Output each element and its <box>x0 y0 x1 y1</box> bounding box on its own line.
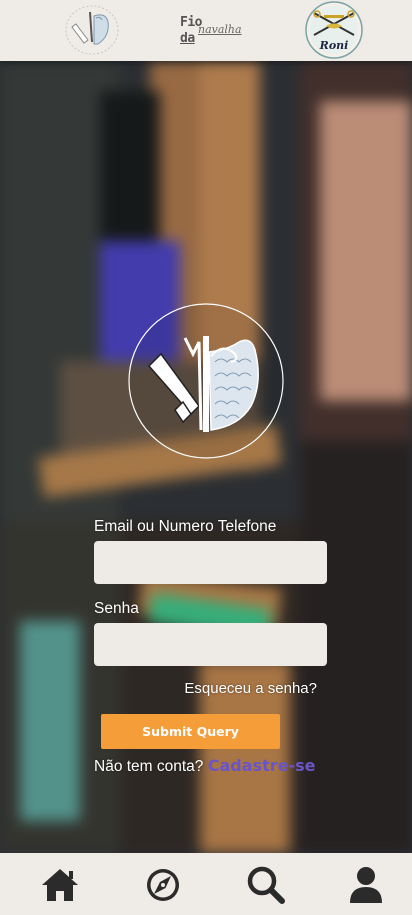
search-icon[interactable] <box>246 865 286 905</box>
email-label: Email ou Numero Telefone <box>94 518 277 535</box>
brand-word-navalha: navalha <box>198 23 242 36</box>
password-input[interactable] <box>94 623 327 666</box>
barber-logo-icon[interactable] <box>62 2 122 58</box>
brand-word-da: da <box>180 31 195 46</box>
brand-logo[interactable]: Fio da navalha <box>178 14 252 50</box>
home-icon[interactable] <box>40 865 80 905</box>
bottom-nav <box>0 853 412 915</box>
no-account-text: Não tem conta? <box>94 758 204 775</box>
password-label: Senha <box>94 600 139 617</box>
user-icon[interactable] <box>346 865 386 905</box>
email-input[interactable] <box>94 541 327 584</box>
barber-emblem-logo <box>127 302 285 460</box>
forgot-password-link[interactable]: Esqueceu a senha? <box>184 680 317 697</box>
badge-name: Roni <box>319 39 349 52</box>
signup-link[interactable]: Cadastre-se <box>208 756 316 775</box>
compass-icon[interactable] <box>143 865 183 905</box>
top-header: Fio da navalha Roni <box>0 0 412 61</box>
roni-badge-logo[interactable]: Roni <box>304 1 364 59</box>
submit-button[interactable]: Submit Query <box>101 714 280 749</box>
signup-row: Não tem conta? Cadastre-se <box>94 756 315 776</box>
